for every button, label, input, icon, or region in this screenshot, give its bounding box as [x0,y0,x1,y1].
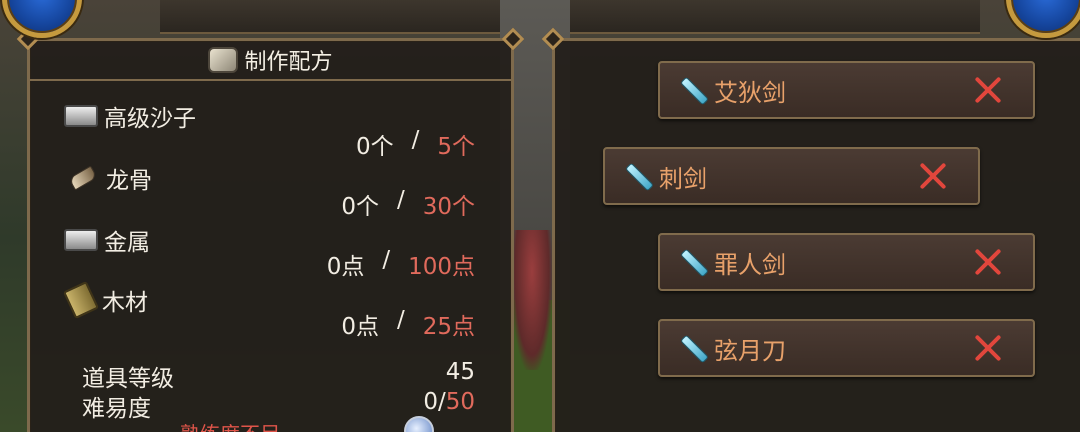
material-quantity: 0点 / 25点 [341,307,475,341]
remove-recipe-icon[interactable] [973,75,1003,105]
difficulty-label: 难易度 [82,396,151,422]
material-have: 0个 [341,194,379,220]
difficulty-max: 50 [445,389,475,415]
sword-icon [680,77,706,103]
recipe-item[interactable]: 刺剑 [603,147,980,205]
sword-icon [680,335,706,361]
material-need: 100点 [408,254,475,280]
material-name: 金属 [104,230,150,256]
difficulty-current: 0/ [423,389,446,415]
remove-recipe-icon[interactable] [973,333,1003,363]
metal-ingot-icon [64,105,98,127]
recipe-item-label: 罪人剑 [714,250,786,279]
wood-icon [62,280,100,320]
sword-icon [625,163,651,189]
material-have: 0个 [355,134,394,160]
quantity-separator: / [382,247,391,273]
remove-recipe-icon[interactable] [918,161,948,191]
recipe-item[interactable]: 艾狄剑 [658,61,1035,119]
material-need: 25点 [422,314,475,340]
material-row: 木材 [62,280,148,320]
quantity-separator: / [396,187,405,213]
material-row: 龙骨 [64,161,152,195]
difficulty-value: 0/50 [423,389,475,423]
background-character [512,230,552,370]
recipe-panel-title: 制作配方 [244,50,333,75]
material-quantity: 0个 / 5个 [356,127,475,161]
recipe-panel-header: 制作配方 [30,41,511,81]
material-need: 5个 [437,134,475,160]
material-quantity: 0个 / 30个 [341,187,475,221]
item-level-value: 45 [445,359,475,385]
recipe-item[interactable]: 弦月刀 [658,319,1035,377]
material-name: 龙骨 [106,168,152,194]
proficiency-warning: 熟练度不足 [180,418,280,432]
material-quantity: 0点 / 100点 [327,247,475,281]
recipe-item[interactable]: 罪人剑 [658,233,1035,291]
quantity-separator: / [396,307,405,333]
material-row: 高级沙子 [64,99,196,133]
recipe-item-label: 刺剑 [659,164,707,193]
close-button[interactable]: 关闭 [1006,0,1080,38]
material-name: 高级沙子 [104,106,196,132]
material-need: 30个 [422,194,475,220]
remove-recipe-icon[interactable] [973,247,1003,277]
recipe-panel: 制作配方 高级沙子 0个 / 5个 龙骨 0个 / 30个 金属 0点 / 10… [16,27,525,432]
quantity-separator: / [411,127,420,153]
item-level-label: 道具等级 [82,366,174,392]
material-have: 0点 [341,314,379,340]
recipe-book-icon [208,47,239,73]
metal-ingot-icon [64,229,98,251]
material-name: 木材 [102,290,148,316]
back-button[interactable]: 返回 [2,0,82,38]
material-have: 0点 [326,254,365,280]
item-level-row: 道具等级 45 [82,359,475,393]
recipe-item-label: 弦月刀 [714,336,786,365]
bone-icon [68,165,98,191]
material-row: 金属 [64,223,150,257]
sword-icon [680,249,706,275]
recipe-item-label: 艾狄剑 [714,78,786,107]
top-bar-background [160,0,980,34]
